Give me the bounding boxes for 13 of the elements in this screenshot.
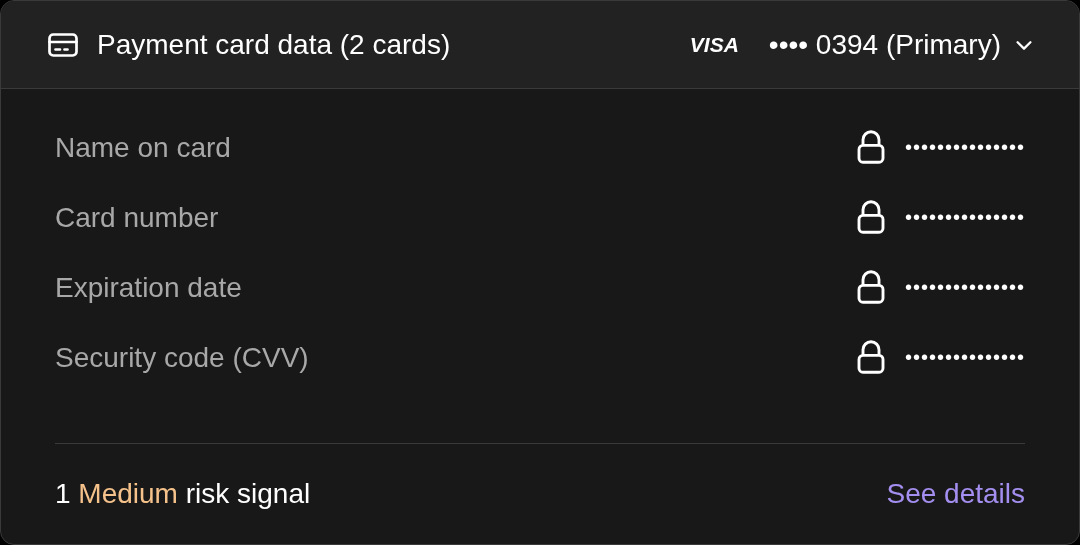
panel-title: Payment card data (2 cards)	[97, 27, 452, 62]
field-label: Card number	[55, 201, 219, 235]
masked-value: •••••••••••••••	[904, 135, 1025, 160]
field-label: Expiration date	[55, 271, 242, 305]
field-label: Security code (CVV)	[55, 341, 309, 375]
risk-summary: 1 Medium risk signal	[55, 477, 311, 511]
see-details-link[interactable]: See details	[886, 473, 1025, 515]
masked-value: •••••••••••••••	[904, 345, 1025, 370]
card-selector[interactable]: •••• 0394 (Primary)	[768, 23, 1035, 66]
masked-value: •••••••••••••••	[904, 205, 1025, 230]
visa-logo: VISA	[689, 31, 739, 58]
field-label: Name on card	[55, 131, 231, 165]
masked-value: •••••••••••••••	[904, 275, 1025, 300]
